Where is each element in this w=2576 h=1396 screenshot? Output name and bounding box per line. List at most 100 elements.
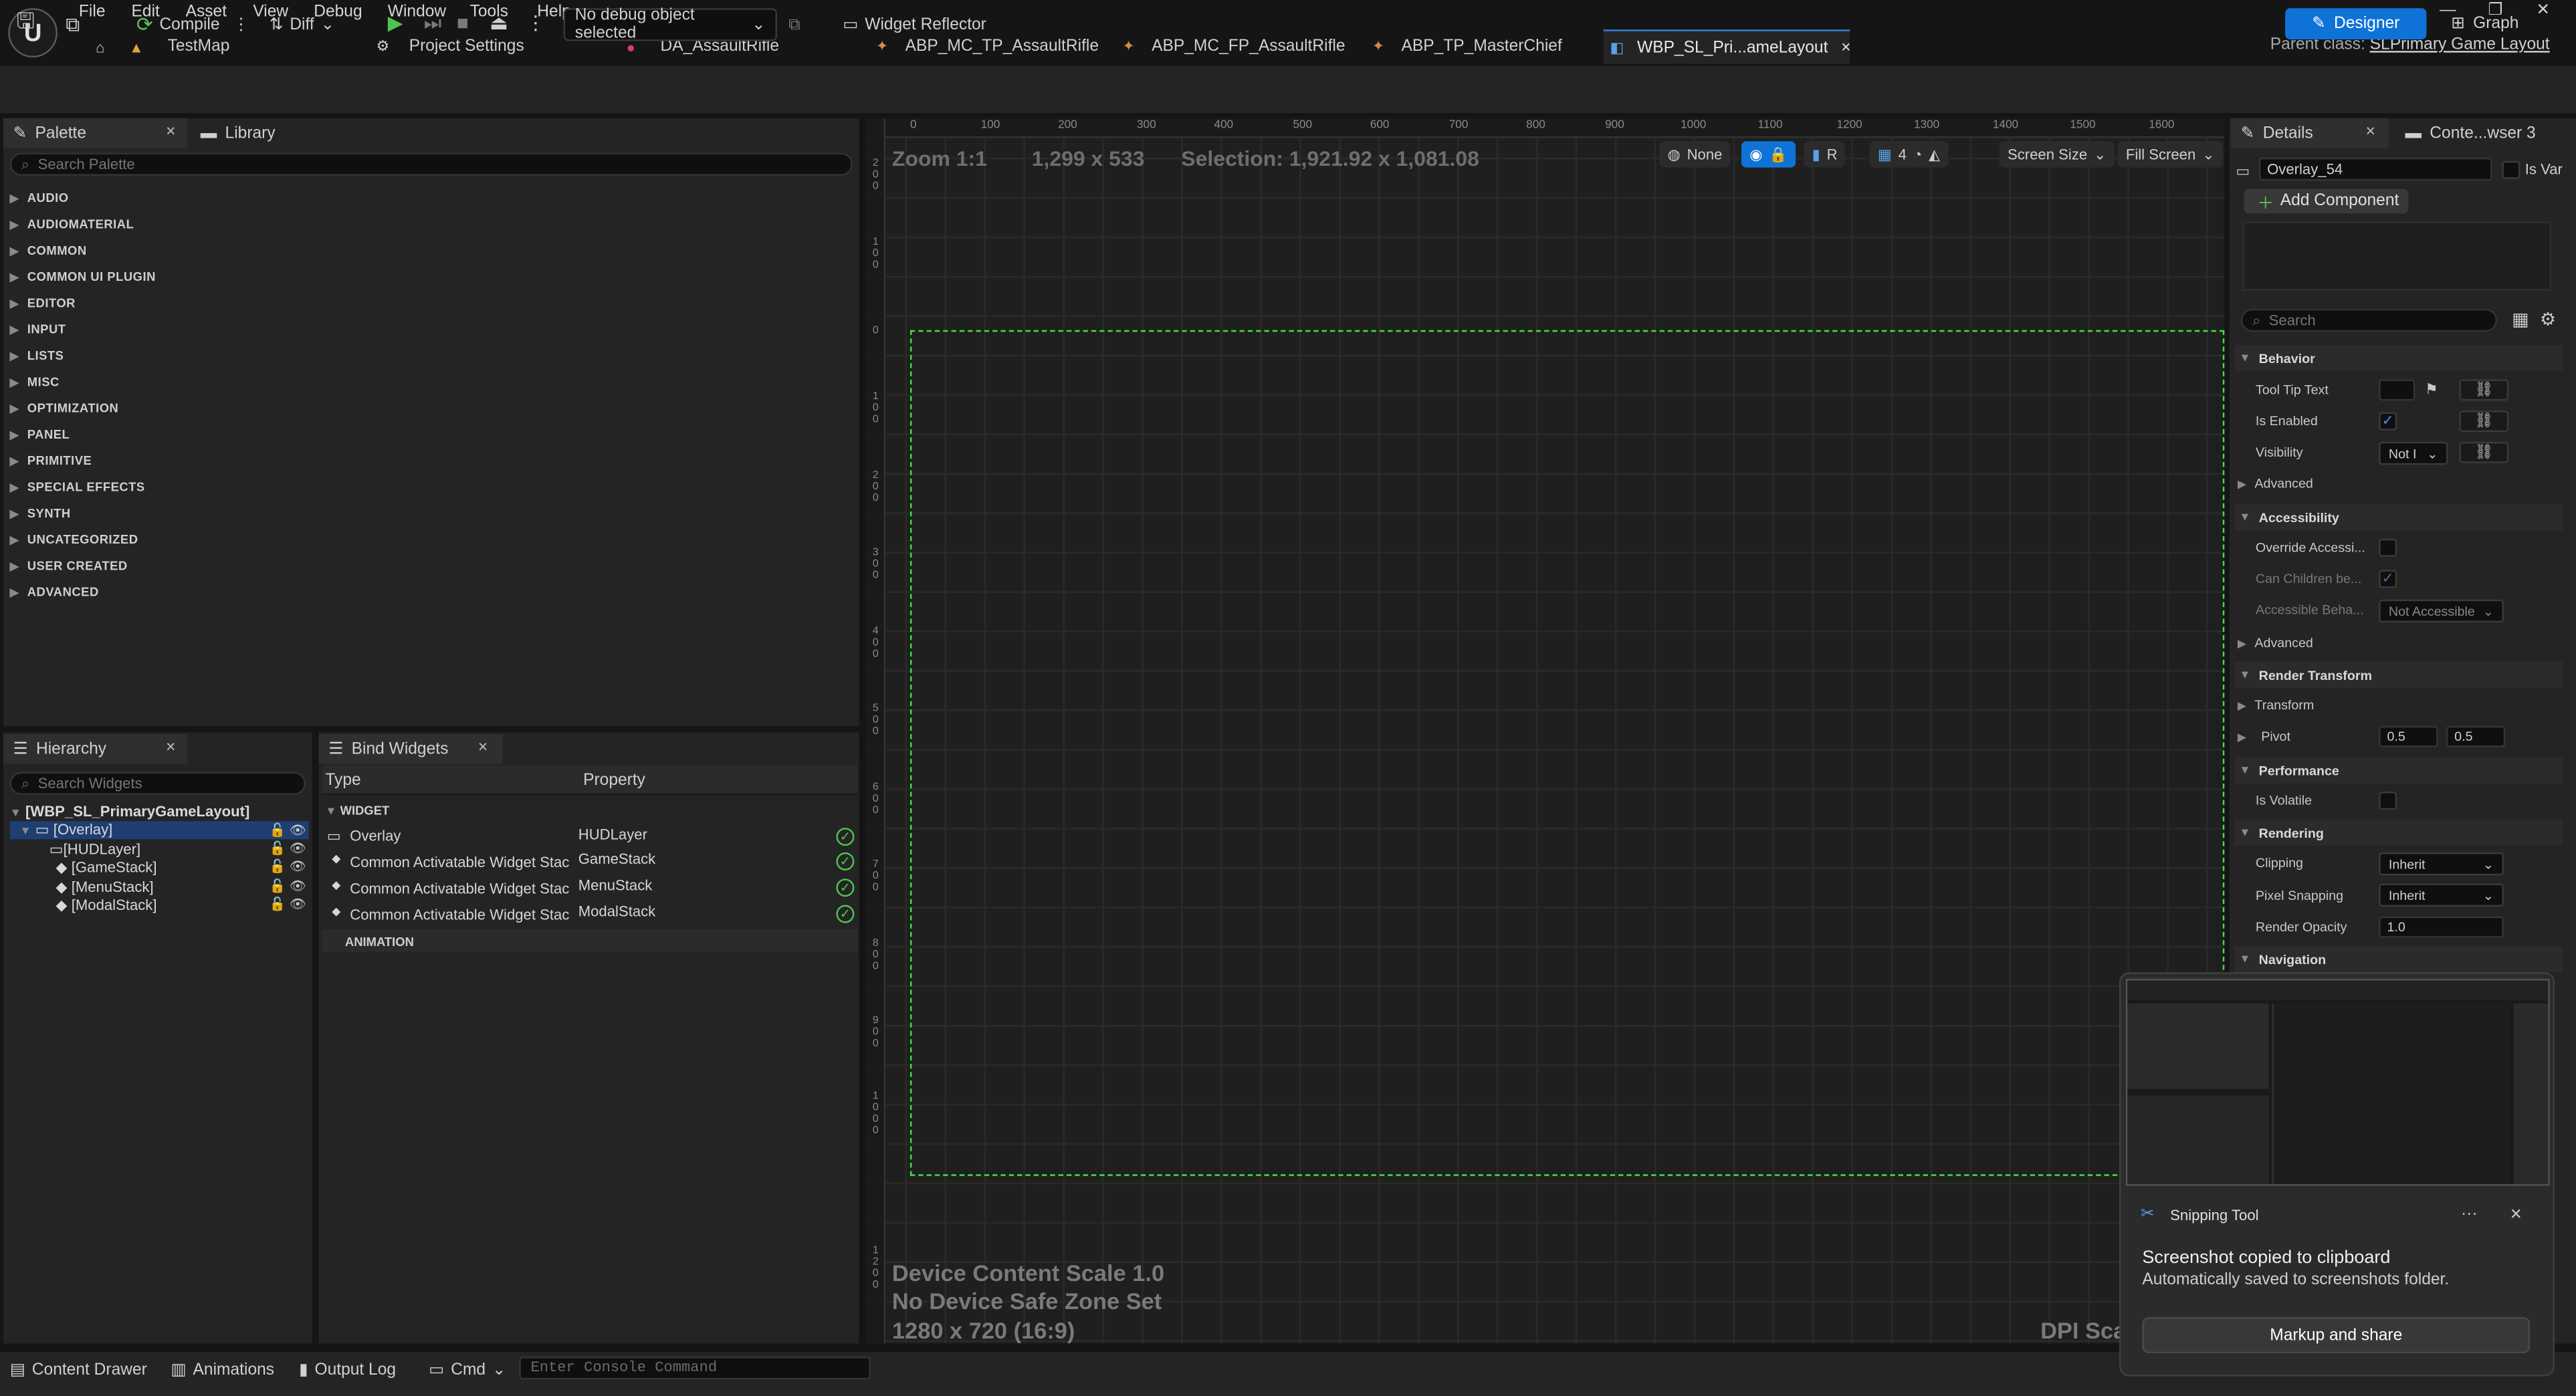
clipping-select[interactable]: Inherit ⌄ bbox=[2379, 852, 2504, 876]
render-opacity-field[interactable]: 1.0 bbox=[2379, 916, 2504, 938]
screenshot-thumbnail[interactable] bbox=[2125, 979, 2550, 1186]
column-header-type[interactable]: Type bbox=[325, 772, 360, 790]
cmd-dropdown[interactable]: ▭ Cmd ⌄ bbox=[429, 1357, 506, 1383]
lock-visibility-icons[interactable]: 🔓 👁 bbox=[270, 841, 306, 856]
close-icon[interactable]: × bbox=[478, 739, 488, 757]
kebab-icon[interactable]: ⋮ bbox=[233, 15, 249, 33]
tab-palette[interactable]: ✎ Palette bbox=[3, 118, 188, 148]
console-command-input[interactable]: Enter Console Command bbox=[519, 1357, 871, 1380]
output-log-button[interactable]: ▮ Output Log bbox=[299, 1357, 396, 1383]
add-component-button[interactable]: ＋ Add Component bbox=[2244, 189, 2409, 214]
grid-snap-toggle[interactable]: ▦ 4 ◔ ◭ bbox=[1869, 141, 1949, 168]
screen-size-dropdown[interactable]: Screen Size ⌄ bbox=[1999, 141, 2115, 168]
debug-object-select[interactable]: No debug object selected ⌄ bbox=[563, 7, 777, 43]
palette-category[interactable]: ▶ COMMON bbox=[10, 243, 87, 258]
bind-link-icon[interactable]: ⛓ bbox=[2459, 441, 2509, 463]
section-behavior[interactable]: ▼ Behavior bbox=[2234, 344, 2563, 372]
tab-library[interactable]: ▬ Library bbox=[191, 118, 285, 148]
palette-category[interactable]: ▶ SPECIAL EFFECTS bbox=[10, 479, 145, 494]
is-volatile-checkbox[interactable] bbox=[2379, 792, 2397, 810]
close-icon[interactable]: × bbox=[166, 123, 175, 141]
menu-file[interactable]: File bbox=[79, 3, 106, 21]
is-enabled-checkbox[interactable]: ✓ bbox=[2379, 412, 2397, 431]
markup-and-share-button[interactable]: Markup and share bbox=[2142, 1317, 2531, 1354]
close-icon[interactable]: × bbox=[166, 739, 175, 757]
save-icon[interactable]: 🖫 bbox=[17, 8, 35, 39]
details-search-input[interactable] bbox=[2268, 312, 2488, 329]
palette-category[interactable]: ▶ AUDIO bbox=[10, 191, 69, 205]
palette-category[interactable]: ▶ EDITOR bbox=[10, 296, 76, 310]
graph-button[interactable]: ⊞ Graph bbox=[2451, 8, 2549, 39]
hierarchy-search-input[interactable] bbox=[37, 775, 292, 792]
tab-project-settings[interactable]: ⚙ Project Settings bbox=[368, 29, 524, 64]
fill-screen-dropdown[interactable]: Fill Screen ⌄ bbox=[2117, 141, 2223, 168]
widget-reflector-button[interactable]: ▭ Widget Reflector bbox=[843, 10, 986, 39]
section-navigation[interactable]: ▼ Navigation bbox=[2234, 945, 2563, 973]
close-icon[interactable]: × bbox=[2510, 1202, 2522, 1225]
visibility-select[interactable]: Not I ⌄ bbox=[2379, 441, 2448, 465]
palette-search[interactable]: ⌕ bbox=[9, 152, 853, 176]
bind-row[interactable]: ◆ Common Activatable Widget Stac ModalSt… bbox=[322, 903, 857, 928]
palette-category[interactable]: ▶ PRIMITIVE bbox=[10, 453, 92, 468]
palette-category[interactable]: ▶ PANEL bbox=[10, 427, 70, 442]
bind-row[interactable]: ◆ Common Activatable Widget Stac MenuSta… bbox=[322, 877, 857, 902]
settings-gear-icon[interactable]: ⚙ bbox=[2540, 309, 2556, 330]
eject-icon[interactable]: ⏏ bbox=[490, 11, 508, 34]
diff-button[interactable]: ⇅ Diff ⌄ bbox=[270, 10, 334, 39]
override-accessibility-checkbox[interactable] bbox=[2379, 538, 2397, 557]
pivot-expander[interactable]: ▶ Pivot bbox=[2238, 729, 2290, 744]
close-icon[interactable]: × bbox=[2366, 123, 2375, 141]
details-search[interactable]: ⌕ bbox=[2240, 308, 2498, 332]
tab-abp-tp-masterchief[interactable]: ✦ ABP_TP_MasterChief bbox=[1364, 29, 1562, 64]
tab-close-icon[interactable]: × bbox=[1841, 39, 1850, 57]
lock-visibility-icons[interactable]: 🔓 👁 bbox=[270, 859, 306, 874]
bind-link-icon[interactable]: ⛓ bbox=[2459, 411, 2509, 433]
section-widget[interactable]: ▼ WIDGET bbox=[325, 803, 389, 818]
preview-none-button[interactable]: ◍ None bbox=[1659, 141, 1731, 168]
hierarchy-item-menustack[interactable]: ◆ [MenuStack] bbox=[56, 879, 154, 897]
widget-canvas-bounds[interactable] bbox=[909, 330, 2225, 1176]
animations-button[interactable]: ▥ Animations bbox=[171, 1357, 274, 1383]
palette-category[interactable]: ▶ USER CREATED bbox=[10, 558, 128, 573]
tab-hierarchy[interactable]: ☰ Hierarchy bbox=[3, 734, 188, 764]
advanced-expander[interactable]: ▶ Advanced bbox=[2238, 476, 2313, 491]
hierarchy-search[interactable]: ⌕ bbox=[9, 772, 306, 795]
palette-category[interactable]: ▶ AUDIOMATERIAL bbox=[10, 217, 134, 231]
pivot-y-field[interactable]: 0.5 bbox=[2446, 725, 2506, 747]
tab-wbp-sl-primary-game-layout[interactable]: ◧ WBP_SL_Pri...ameLayout × bbox=[1603, 29, 1850, 64]
bind-link-icon[interactable]: ⛓ bbox=[2459, 379, 2509, 401]
browse-icon[interactable]: ⧉ bbox=[66, 10, 80, 39]
hierarchy-item-overlay[interactable]: ▼ ▭ [Overlay] bbox=[9, 821, 309, 840]
palette-category[interactable]: ▶ LISTS bbox=[10, 348, 64, 363]
section-performance[interactable]: ▼ Performance bbox=[2234, 757, 2563, 784]
hierarchy-root[interactable]: ▼ [WBP_SL_PrimaryGameLayout] bbox=[10, 803, 250, 820]
content-drawer-button[interactable]: ▤ Content Drawer bbox=[10, 1357, 147, 1383]
palette-category[interactable]: ▶ ADVANCED bbox=[10, 585, 99, 600]
pixel-snapping-select[interactable]: Inherit ⌄ bbox=[2379, 883, 2504, 907]
home-tab[interactable]: ⌂ bbox=[86, 29, 108, 64]
palette-category[interactable]: ▶ INPUT bbox=[10, 322, 66, 336]
debug-filter-icon[interactable]: ⧉ bbox=[788, 10, 800, 39]
transform-expander[interactable]: ▶ Transform bbox=[2238, 698, 2314, 713]
tab-bind-widgets[interactable]: ☰ Bind Widgets bbox=[318, 734, 503, 764]
step-icon[interactable]: ⏭ bbox=[424, 11, 442, 36]
hierarchy-item-gamestack[interactable]: ◆ [GameStack] bbox=[56, 859, 157, 877]
tooltip-text-field[interactable] bbox=[2379, 379, 2416, 401]
section-rendering[interactable]: ▼ Rendering bbox=[2234, 819, 2563, 846]
section-animation[interactable]: ANIMATION bbox=[322, 929, 858, 953]
palette-search-input[interactable] bbox=[37, 156, 785, 172]
widget-name-field[interactable]: Overlay_54 bbox=[2258, 157, 2492, 181]
bind-row[interactable]: ▭ Overlay HUDLayer ✓ bbox=[322, 826, 857, 851]
stop-icon[interactable]: ■ bbox=[457, 11, 469, 34]
palette-category[interactable]: ▶ COMMON UI PLUGIN bbox=[10, 269, 156, 284]
flag-icon[interactable]: ⚑ bbox=[2425, 381, 2438, 399]
lock-toggle[interactable]: ◉ 🔒 bbox=[1741, 141, 1796, 168]
palette-category[interactable]: ▶ UNCATEGORIZED bbox=[10, 532, 138, 547]
tab-abp-mc-fp[interactable]: ✦ ABP_MC_FP_AssaultRifle bbox=[1114, 29, 1345, 64]
is-variable-checkbox[interactable] bbox=[2502, 160, 2520, 179]
play-icon[interactable]: ▶ bbox=[388, 11, 403, 34]
respect-locks-toggle[interactable]: ▮ R bbox=[1804, 141, 1846, 168]
hierarchy-item-hudlayer[interactable]: ▭[HUDLayer] bbox=[49, 841, 140, 859]
tab-content-browser[interactable]: ▬ Conte...wser 3 bbox=[2395, 118, 2546, 148]
more-options-icon[interactable]: ··· bbox=[2461, 1205, 2478, 1224]
